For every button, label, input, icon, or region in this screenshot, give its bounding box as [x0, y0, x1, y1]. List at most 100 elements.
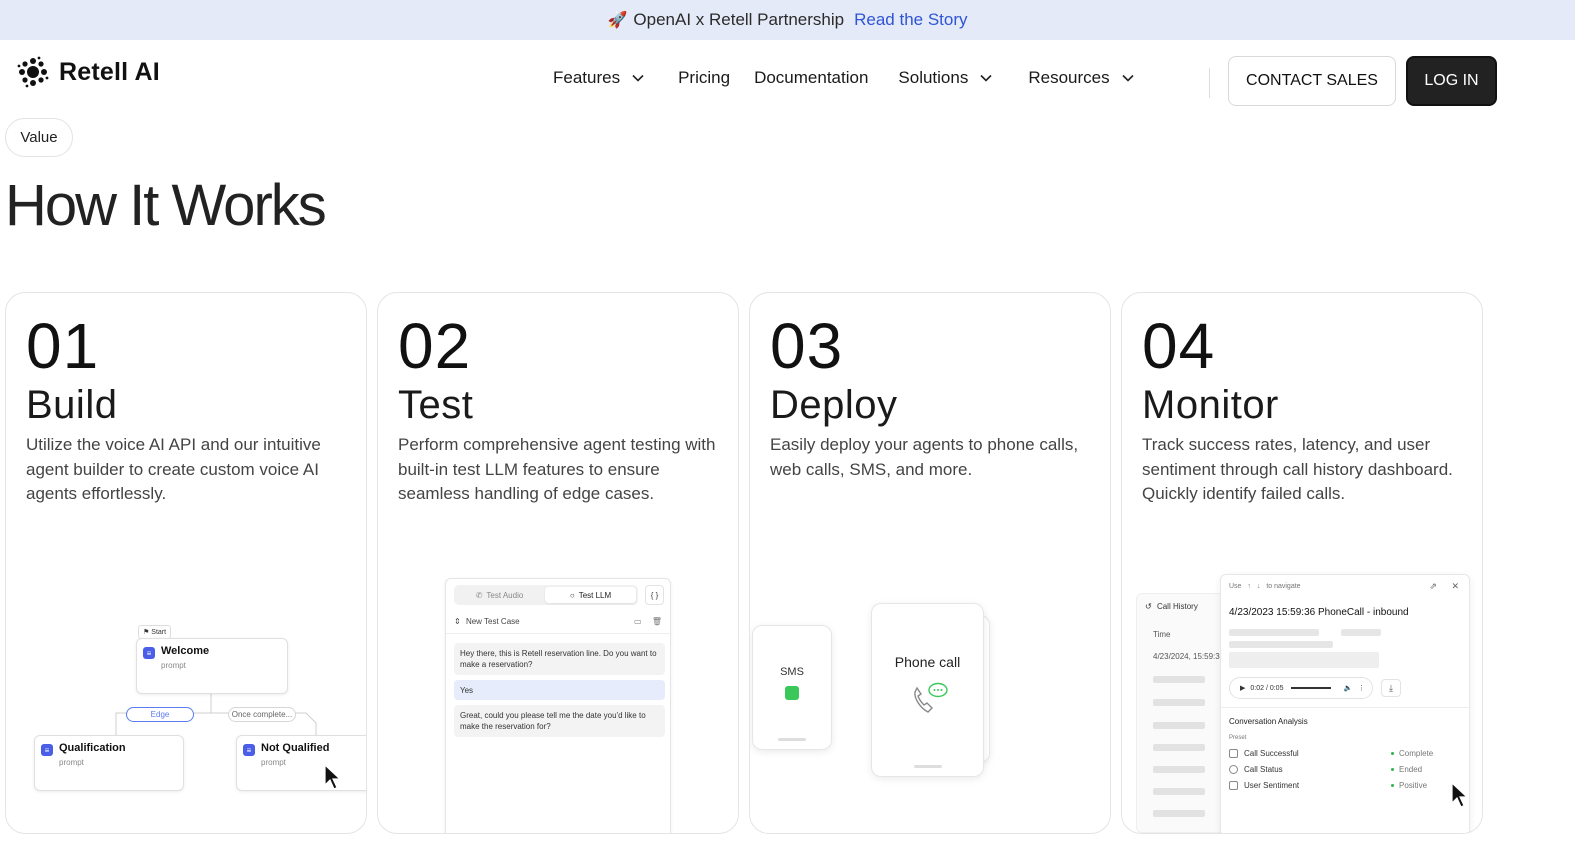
chevron-down-icon — [980, 74, 992, 82]
analysis-status: Positive — [1391, 781, 1427, 790]
step-number: 03 — [770, 310, 844, 382]
save-icon[interactable]: ▭ — [634, 617, 642, 626]
play-icon[interactable]: ▶ — [1240, 684, 1245, 692]
divider — [446, 633, 672, 634]
nav-pricing[interactable]: Pricing — [678, 68, 730, 88]
rocket-icon: 🚀 — [607, 12, 628, 29]
preset-label: Preset — [1229, 735, 1247, 741]
chevron-down-icon — [1122, 74, 1134, 82]
read-story-link[interactable]: Read the Story — [854, 10, 967, 30]
login-button[interactable]: LOG IN — [1406, 56, 1497, 106]
node-subtitle: prompt — [161, 661, 186, 670]
step-title: Deploy — [770, 383, 898, 427]
nav-hint-use: Use — [1229, 583, 1242, 590]
phone-icon: ✆ — [475, 590, 483, 600]
history-icon: ↺ — [1145, 602, 1152, 611]
check-icon — [1229, 749, 1238, 758]
close-icon[interactable]: ✕ — [1451, 581, 1459, 591]
prompt-node-icon: ≡ — [41, 744, 53, 756]
nav-pricing-label: Pricing — [678, 68, 731, 87]
audio-progress[interactable] — [1291, 687, 1332, 689]
cursor-icon — [1451, 782, 1469, 808]
placeholder-row — [1153, 788, 1205, 795]
flag-icon: ⚑ — [143, 629, 150, 636]
nav-features-label: Features — [553, 68, 621, 87]
nav-hint-to: to navigate — [1266, 583, 1301, 590]
nav-documentation[interactable]: Documentation — [754, 68, 868, 88]
analysis-label: Call Successful — [1244, 749, 1299, 758]
step-title: Monitor — [1142, 383, 1279, 427]
tab-test-audio[interactable]: ✆ Test Audio — [454, 587, 545, 603]
call-title: 4/23/2023 15:59:36 PhoneCall - inbound — [1229, 607, 1409, 618]
skeleton-block — [1229, 652, 1379, 668]
nav-documentation-label: Documentation — [754, 68, 869, 87]
test-tabs: ✆ Test Audio ○ Test LLM — [454, 585, 638, 605]
analysis-status: Complete — [1391, 749, 1433, 758]
node-title: Not Qualified — [261, 742, 330, 754]
status-dot — [1391, 784, 1394, 787]
analysis-label: User Sentiment — [1244, 781, 1300, 790]
step-title: Test — [398, 383, 474, 427]
flow-node-not-qualified[interactable]: ≡ Not Qualified prompt — [236, 735, 366, 791]
node-subtitle: prompt — [261, 758, 286, 767]
call-row-date[interactable]: 4/23/2024, 15:59:3 — [1153, 652, 1220, 661]
section-heading: How It Works — [5, 173, 327, 238]
audio-time: 0:02 / 0:05 — [1250, 684, 1284, 692]
contact-sales-button[interactable]: CONTACT SALES — [1228, 56, 1396, 106]
placeholder-row — [1153, 676, 1205, 683]
announcement-text: OpenAI x Retell Partnership — [633, 10, 845, 29]
time-column-header: Time — [1153, 630, 1171, 639]
logo[interactable]: Retell AI — [17, 56, 160, 88]
headset-icon — [1229, 765, 1238, 774]
volume-icon[interactable]: 🔈 — [1343, 684, 1352, 692]
agent-message: Great, could you please tell me the date… — [454, 705, 665, 737]
conversation-analysis-title: Conversation Analysis — [1229, 717, 1308, 726]
node-title: Qualification — [59, 742, 126, 754]
arrow-down-icon: ↓ — [1256, 583, 1261, 590]
flow-start-tag: ⚑ Start — [138, 625, 172, 639]
once-complete-pill[interactable]: Once complete... — [228, 707, 296, 722]
prompt-node-icon: ≡ — [143, 647, 155, 659]
step-card-deploy: 03 Deploy Easily deploy your agents to p… — [749, 292, 1111, 834]
call-detail-panel: Use ↑ ↓ to navigate ⇗ ✕ 4/23/2023 15:59:… — [1220, 574, 1471, 833]
test-panel: ✆ Test Audio ○ Test LLM { } ⇕ New Test C… — [445, 578, 672, 833]
step-card-build: 01 Build Utilize the voice AI API and ou… — [5, 292, 367, 834]
audio-player[interactable]: ▶ 0:02 / 0:05 🔈 ⋮ — [1229, 677, 1373, 699]
nav-solutions[interactable]: Solutions — [898, 68, 992, 88]
placeholder-row — [1153, 810, 1205, 817]
phone-call-label: Phone call — [894, 654, 961, 670]
skeleton-line — [1229, 641, 1333, 648]
edge-pill[interactable]: Edge — [126, 707, 194, 722]
chat-bubble-icon: ○ — [569, 590, 575, 600]
status-dot — [1391, 752, 1394, 755]
more-icon[interactable]: ⋮ — [1358, 684, 1365, 692]
analysis-label: Call Status — [1244, 765, 1283, 774]
flow-node-welcome[interactable]: ≡ Welcome prompt — [136, 638, 288, 694]
retell-logo-icon — [17, 56, 49, 88]
skeleton-line — [1341, 629, 1381, 636]
trash-icon[interactable]: 🗑 — [652, 617, 662, 626]
keyboard-nav-hint: Use ↑ ↓ to navigate — [1229, 583, 1301, 590]
chevron-down-icon — [632, 74, 644, 82]
nav-features[interactable]: Features — [553, 68, 644, 88]
nav-resources-label: Resources — [1028, 68, 1110, 87]
nav-resources[interactable]: Resources — [1028, 68, 1134, 88]
tab-test-audio-label: Test Audio — [486, 590, 524, 600]
updown-chevron-icon: ⇕ — [454, 617, 461, 626]
tab-test-llm[interactable]: ○ Test LLM — [545, 587, 636, 603]
download-icon[interactable]: ⤓ — [1381, 679, 1401, 697]
nav-solutions-label: Solutions — [898, 68, 969, 87]
step-description: Track success rates, latency, and user s… — [1142, 435, 1453, 503]
main-nav: Features Pricing Documentation Solutions… — [553, 68, 1134, 88]
test-case-selector[interactable]: ⇕ New Test Case — [454, 617, 520, 626]
flow-start-label: Start — [151, 628, 167, 636]
json-brace-button[interactable]: { } — [645, 585, 664, 605]
tab-test-llm-label: Test LLM — [578, 590, 612, 600]
sms-icon — [785, 686, 799, 700]
flow-node-qualification[interactable]: ≡ Qualification prompt — [34, 735, 184, 791]
status-dot — [1391, 768, 1394, 771]
sms-label: SMS — [780, 666, 804, 678]
link-icon[interactable]: ⇗ — [1429, 581, 1437, 591]
divider — [1221, 707, 1471, 708]
step-card-test: 02 Test Perform comprehensive agent test… — [377, 292, 739, 834]
